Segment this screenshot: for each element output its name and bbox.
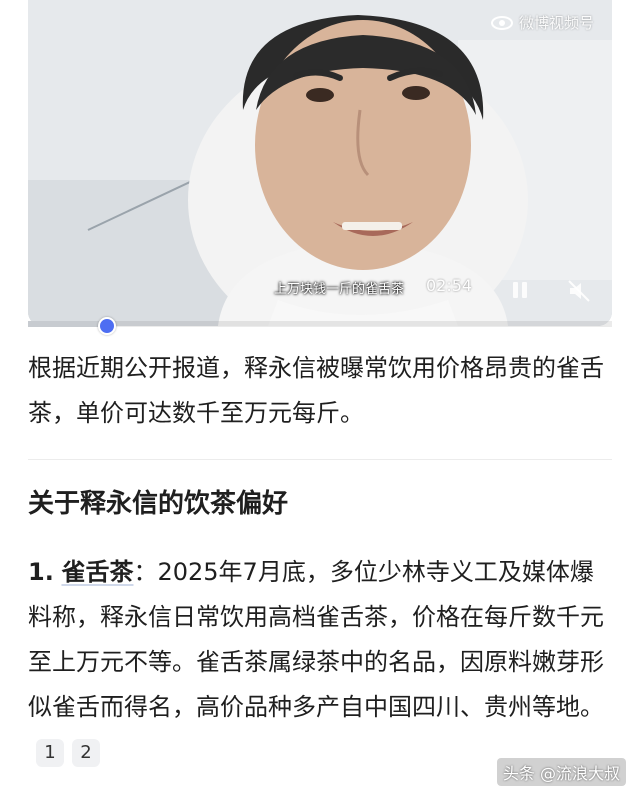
intro-paragraph: 根据近期公开报道，释永信被曝常饮用价格昂贵的雀舌茶，单价可达数千至万元每斤。: [28, 354, 604, 427]
pause-icon[interactable]: [508, 278, 532, 302]
video-timecode: 02:54: [426, 276, 473, 295]
citation-2[interactable]: 2: [72, 739, 100, 767]
video-player[interactable]: 微博视频号 上万块钱一斤的雀舌茶 02:54: [28, 0, 612, 326]
item-term-link[interactable]: 雀舌茶: [61, 558, 133, 586]
weibo-eye-icon: [490, 15, 513, 30]
divider: [28, 459, 612, 460]
mute-icon[interactable]: [566, 278, 592, 304]
list-item: 1. 雀舌茶：2025年7月底，多位少林寺义工及媒体爆料称，释永信日常饮用高档雀…: [28, 550, 612, 775]
progress-handle[interactable]: [98, 317, 116, 335]
video-subtitle: 上万块钱一斤的雀舌茶: [274, 282, 405, 297]
watermark: 微博视频号: [490, 12, 594, 33]
item-number: 1.: [28, 558, 54, 586]
source-watermark: 头条 @流浪大叔: [496, 758, 626, 786]
citation-1[interactable]: 1: [36, 739, 64, 767]
section-heading: 关于释永信的饮茶偏好: [28, 489, 289, 519]
watermark-text: 微博视频号: [518, 14, 594, 32]
